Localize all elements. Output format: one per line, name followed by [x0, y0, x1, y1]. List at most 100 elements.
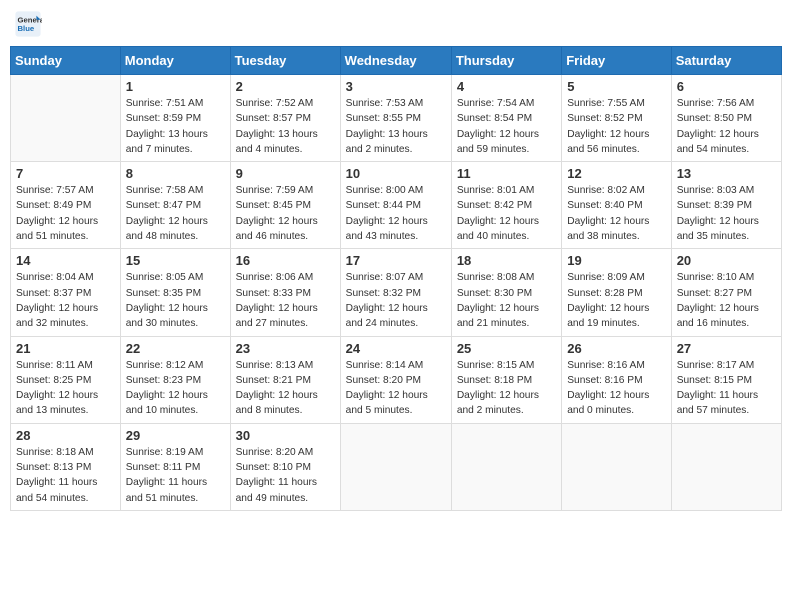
calendar-cell: 21 Sunrise: 8:11 AMSunset: 8:25 PMDayligh… [11, 336, 121, 423]
day-info: Sunrise: 8:08 AMSunset: 8:30 PMDaylight:… [457, 270, 556, 331]
day-number: 29 [126, 428, 225, 443]
day-info: Sunrise: 8:06 AMSunset: 8:33 PMDaylight:… [236, 270, 335, 331]
calendar-cell [340, 423, 451, 510]
calendar-cell: 18 Sunrise: 8:08 AMSunset: 8:30 PMDayligh… [451, 249, 561, 336]
calendar-cell: 22 Sunrise: 8:12 AMSunset: 8:23 PMDayligh… [120, 336, 230, 423]
day-info: Sunrise: 8:07 AMSunset: 8:32 PMDaylight:… [346, 270, 446, 331]
calendar-cell: 15Sunrise: 8:05 AMSunset: 8:35 PMDayligh… [120, 249, 230, 336]
calendar-cell: 9 Sunrise: 7:59 AMSunset: 8:45 PMDaylight… [230, 162, 340, 249]
weekday-header-friday: Friday [562, 47, 671, 75]
calendar-cell: 14 Sunrise: 8:04 AMSunset: 8:37 PMDayligh… [11, 249, 121, 336]
day-number: 22 [126, 341, 225, 356]
day-number: 18 [457, 253, 556, 268]
day-number: 5 [567, 79, 665, 94]
calendar-cell: 2 Sunrise: 7:52 AMSunset: 8:57 PMDaylight… [230, 75, 340, 162]
calendar-cell: 28 Sunrise: 8:18 AMSunset: 8:13 PMDayligh… [11, 423, 121, 510]
day-info: Sunrise: 7:56 AMSunset: 8:50 PMDaylight:… [677, 96, 776, 157]
calendar-cell: 30 Sunrise: 8:20 AMSunset: 8:10 PMDayligh… [230, 423, 340, 510]
day-number: 4 [457, 79, 556, 94]
svg-text:Blue: Blue [18, 24, 35, 33]
day-info: Sunrise: 8:13 AMSunset: 8:21 PMDaylight:… [236, 358, 335, 419]
day-number: 7 [16, 166, 115, 181]
calendar-cell: 7 Sunrise: 7:57 AMSunset: 8:49 PMDaylight… [11, 162, 121, 249]
day-number: 16 [236, 253, 335, 268]
day-number: 8 [126, 166, 225, 181]
weekday-header-tuesday: Tuesday [230, 47, 340, 75]
calendar-cell: 1Sunrise: 7:51 AMSunset: 8:59 PMDaylight… [120, 75, 230, 162]
day-info: Sunrise: 8:12 AMSunset: 8:23 PMDaylight:… [126, 358, 225, 419]
calendar-cell: 29 Sunrise: 8:19 AMSunset: 8:11 PMDayligh… [120, 423, 230, 510]
calendar-cell: 17 Sunrise: 8:07 AMSunset: 8:32 PMDayligh… [340, 249, 451, 336]
day-number: 6 [677, 79, 776, 94]
calendar-cell: 12 Sunrise: 8:02 AMSunset: 8:40 PMDayligh… [562, 162, 671, 249]
day-info: Sunrise: 7:54 AMSunset: 8:54 PMDaylight:… [457, 96, 556, 157]
calendar-cell: 11 Sunrise: 8:01 AMSunset: 8:42 PMDayligh… [451, 162, 561, 249]
day-number: 27 [677, 341, 776, 356]
day-info: Sunrise: 8:14 AMSunset: 8:20 PMDaylight:… [346, 358, 446, 419]
day-info: Sunrise: 7:55 AMSunset: 8:52 PMDaylight:… [567, 96, 665, 157]
day-number: 14 [16, 253, 115, 268]
day-info: Sunrise: 7:57 AMSunset: 8:49 PMDaylight:… [16, 183, 115, 244]
calendar-table: SundayMondayTuesdayWednesdayThursdayFrid… [10, 46, 782, 511]
day-number: 1 [126, 79, 225, 94]
day-info: Sunrise: 8:05 AMSunset: 8:35 PMDaylight:… [126, 270, 225, 331]
weekday-header-sunday: Sunday [11, 47, 121, 75]
day-number: 26 [567, 341, 665, 356]
day-number: 30 [236, 428, 335, 443]
calendar-cell [671, 423, 781, 510]
day-number: 17 [346, 253, 446, 268]
calendar-week-row: 21 Sunrise: 8:11 AMSunset: 8:25 PMDayligh… [11, 336, 782, 423]
day-info: Sunrise: 8:19 AMSunset: 8:11 PMDaylight:… [126, 445, 225, 506]
calendar-cell: 8 Sunrise: 7:58 AMSunset: 8:47 PMDaylight… [120, 162, 230, 249]
calendar-cell: 13Sunrise: 8:03 AMSunset: 8:39 PMDayligh… [671, 162, 781, 249]
day-number: 19 [567, 253, 665, 268]
day-info: Sunrise: 7:59 AMSunset: 8:45 PMDaylight:… [236, 183, 335, 244]
weekday-header-saturday: Saturday [671, 47, 781, 75]
day-number: 20 [677, 253, 776, 268]
calendar-cell [11, 75, 121, 162]
calendar-week-row: 28 Sunrise: 8:18 AMSunset: 8:13 PMDayligh… [11, 423, 782, 510]
calendar-cell: 3 Sunrise: 7:53 AMSunset: 8:55 PMDaylight… [340, 75, 451, 162]
day-number: 12 [567, 166, 665, 181]
day-number: 25 [457, 341, 556, 356]
day-info: Sunrise: 7:58 AMSunset: 8:47 PMDaylight:… [126, 183, 225, 244]
calendar-cell: 16 Sunrise: 8:06 AMSunset: 8:33 PMDayligh… [230, 249, 340, 336]
day-info: Sunrise: 7:53 AMSunset: 8:55 PMDaylight:… [346, 96, 446, 157]
day-info: Sunrise: 8:18 AMSunset: 8:13 PMDaylight:… [16, 445, 115, 506]
svg-text:General: General [18, 16, 43, 25]
day-info: Sunrise: 7:52 AMSunset: 8:57 PMDaylight:… [236, 96, 335, 157]
calendar-week-row: 7 Sunrise: 7:57 AMSunset: 8:49 PMDaylight… [11, 162, 782, 249]
calendar-cell: 6 Sunrise: 7:56 AMSunset: 8:50 PMDaylight… [671, 75, 781, 162]
day-number: 24 [346, 341, 446, 356]
day-info: Sunrise: 8:11 AMSunset: 8:25 PMDaylight:… [16, 358, 115, 419]
calendar-cell [562, 423, 671, 510]
calendar-cell: 23 Sunrise: 8:13 AMSunset: 8:21 PMDayligh… [230, 336, 340, 423]
day-number: 3 [346, 79, 446, 94]
day-number: 11 [457, 166, 556, 181]
day-info: Sunrise: 8:02 AMSunset: 8:40 PMDaylight:… [567, 183, 665, 244]
weekday-header-monday: Monday [120, 47, 230, 75]
calendar-cell: 4 Sunrise: 7:54 AMSunset: 8:54 PMDaylight… [451, 75, 561, 162]
page-header: General Blue [10, 10, 782, 38]
calendar-week-row: 14 Sunrise: 8:04 AMSunset: 8:37 PMDayligh… [11, 249, 782, 336]
day-number: 9 [236, 166, 335, 181]
day-number: 28 [16, 428, 115, 443]
calendar-cell: 10Sunrise: 8:00 AMSunset: 8:44 PMDayligh… [340, 162, 451, 249]
weekday-header-thursday: Thursday [451, 47, 561, 75]
day-info: Sunrise: 8:04 AMSunset: 8:37 PMDaylight:… [16, 270, 115, 331]
weekday-header-row: SundayMondayTuesdayWednesdayThursdayFrid… [11, 47, 782, 75]
day-number: 21 [16, 341, 115, 356]
logo: General Blue [14, 10, 46, 38]
day-info: Sunrise: 8:10 AMSunset: 8:27 PMDaylight:… [677, 270, 776, 331]
day-info: Sunrise: 8:15 AMSunset: 8:18 PMDaylight:… [457, 358, 556, 419]
calendar-cell: 25 Sunrise: 8:15 AMSunset: 8:18 PMDayligh… [451, 336, 561, 423]
calendar-cell: 5 Sunrise: 7:55 AMSunset: 8:52 PMDaylight… [562, 75, 671, 162]
day-info: Sunrise: 8:01 AMSunset: 8:42 PMDaylight:… [457, 183, 556, 244]
day-number: 2 [236, 79, 335, 94]
day-number: 23 [236, 341, 335, 356]
logo-icon: General Blue [14, 10, 42, 38]
day-info: Sunrise: 8:20 AMSunset: 8:10 PMDaylight:… [236, 445, 335, 506]
day-number: 10 [346, 166, 446, 181]
day-info: Sunrise: 8:09 AMSunset: 8:28 PMDaylight:… [567, 270, 665, 331]
day-info: Sunrise: 8:17 AMSunset: 8:15 PMDaylight:… [677, 358, 776, 419]
